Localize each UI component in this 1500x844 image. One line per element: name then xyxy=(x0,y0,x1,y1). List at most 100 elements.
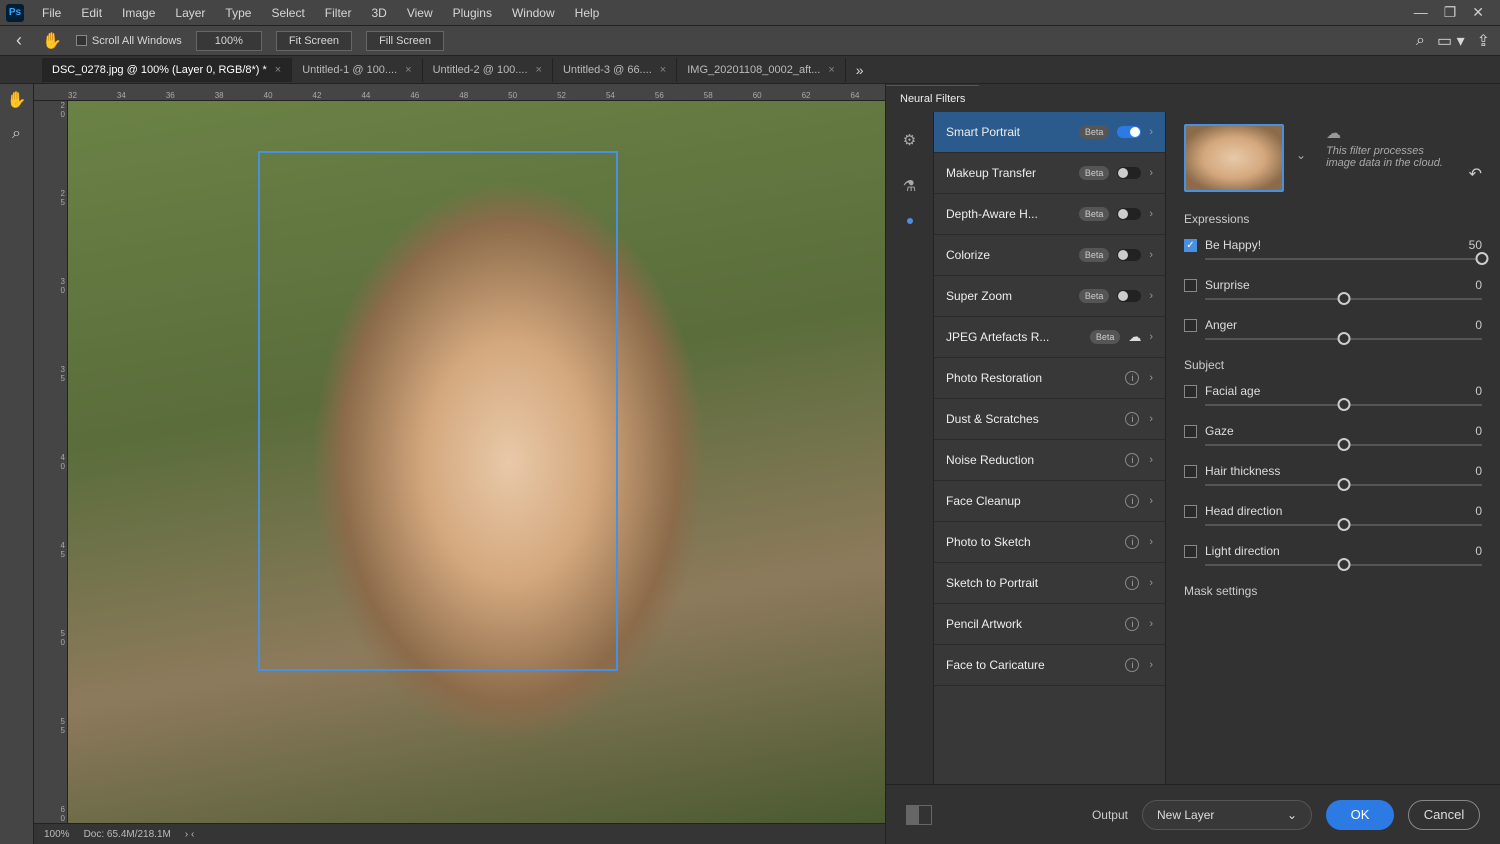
nf-filter-colorize[interactable]: ColorizeBeta› xyxy=(934,235,1165,276)
info-icon[interactable]: i xyxy=(1125,371,1139,385)
slider-track[interactable] xyxy=(1205,338,1482,340)
slider-checkbox[interactable] xyxy=(1184,545,1197,558)
nf-filter-depth-aware-h-[interactable]: Depth-Aware H...Beta› xyxy=(934,194,1165,235)
info-icon[interactable]: i xyxy=(1125,535,1139,549)
slider-thumb[interactable] xyxy=(1337,478,1350,491)
info-icon[interactable]: i xyxy=(1125,412,1139,426)
slider-thumb[interactable] xyxy=(1337,438,1350,451)
nf-filter-photo-to-sketch[interactable]: Photo to Sketchi› xyxy=(934,522,1165,563)
nf-filter-photo-restoration[interactable]: Photo Restorationi› xyxy=(934,358,1165,399)
doc-tab-2[interactable]: Untitled-2 @ 100....× xyxy=(423,58,553,82)
hand-tool-icon[interactable]: ✋ xyxy=(5,88,29,112)
menu-image[interactable]: Image xyxy=(112,2,165,24)
menu-type[interactable]: Type xyxy=(215,2,261,24)
scroll-all-checkbox[interactable]: Scroll All Windows xyxy=(76,35,182,47)
flask-icon[interactable]: ⚗ xyxy=(896,172,924,200)
cloud-download-icon[interactable]: ☁ xyxy=(1128,329,1141,345)
slider-thumb[interactable] xyxy=(1337,558,1350,571)
nf-filter-jpeg-artefacts-r-[interactable]: JPEG Artefacts R...Beta☁› xyxy=(934,317,1165,358)
doc-tab-3[interactable]: Untitled-3 @ 66....× xyxy=(553,58,677,82)
tabs-overflow-icon[interactable]: » xyxy=(846,62,874,78)
canvas-image[interactable] xyxy=(68,101,885,823)
ok-button[interactable]: OK xyxy=(1326,800,1394,830)
sliders-icon[interactable]: ⚙ xyxy=(896,126,924,154)
menu-select[interactable]: Select xyxy=(261,2,314,24)
share-icon[interactable]: ⇪ xyxy=(1477,31,1490,51)
menu-filter[interactable]: Filter xyxy=(315,2,362,24)
info-icon[interactable]: i xyxy=(1125,658,1139,672)
filter-toggle[interactable] xyxy=(1117,290,1141,302)
workspace-icon[interactable]: ▭ ▾ xyxy=(1437,31,1465,51)
menu-file[interactable]: File xyxy=(32,2,71,24)
filter-toggle[interactable] xyxy=(1117,249,1141,261)
nf-filter-smart-portrait[interactable]: Smart PortraitBeta› xyxy=(934,112,1165,153)
fit-screen-button[interactable]: Fit Screen xyxy=(276,31,352,51)
nf-filter-makeup-transfer[interactable]: Makeup TransferBeta› xyxy=(934,153,1165,194)
info-icon[interactable]: i xyxy=(1125,453,1139,467)
output-select[interactable]: New Layer⌄ xyxy=(1142,800,1312,830)
filter-toggle[interactable] xyxy=(1117,126,1141,138)
nf-filter-pencil-artwork[interactable]: Pencil Artworki› xyxy=(934,604,1165,645)
slider-thumb[interactable] xyxy=(1337,292,1350,305)
nf-filter-face-to-caricature[interactable]: Face to Caricaturei› xyxy=(934,645,1165,686)
minimize-icon[interactable]: — xyxy=(1414,4,1428,21)
menu-edit[interactable]: Edit xyxy=(71,2,112,24)
cancel-button[interactable]: Cancel xyxy=(1408,800,1480,830)
tab-close-icon[interactable]: × xyxy=(536,64,542,76)
hand-icon[interactable]: ✋ xyxy=(42,31,62,51)
menu-3d[interactable]: 3D xyxy=(361,2,396,24)
tab-close-icon[interactable]: × xyxy=(405,64,411,76)
menu-view[interactable]: View xyxy=(397,2,443,24)
nf-filter-dust-scratches[interactable]: Dust & Scratchesi› xyxy=(934,399,1165,440)
status-zoom[interactable]: 100% xyxy=(44,829,70,840)
menu-window[interactable]: Window xyxy=(502,2,565,24)
menu-help[interactable]: Help xyxy=(565,2,610,24)
menu-layer[interactable]: Layer xyxy=(165,2,215,24)
slider-track[interactable] xyxy=(1205,404,1482,406)
doc-tab-1[interactable]: Untitled-1 @ 100....× xyxy=(292,58,422,82)
doc-tab-0[interactable]: DSC_0278.jpg @ 100% (Layer 0, RGB/8*) *× xyxy=(42,58,292,82)
tab-close-icon[interactable]: × xyxy=(828,64,834,76)
slider-checkbox[interactable] xyxy=(1184,319,1197,332)
nf-filter-face-cleanup[interactable]: Face Cleanupi› xyxy=(934,481,1165,522)
before-after-toggle[interactable] xyxy=(906,805,932,825)
slider-checkbox[interactable] xyxy=(1184,425,1197,438)
face-thumbnail[interactable] xyxy=(1184,124,1284,192)
tab-close-icon[interactable]: × xyxy=(660,64,666,76)
slider-track[interactable] xyxy=(1205,444,1482,446)
slider-checkbox[interactable] xyxy=(1184,385,1197,398)
slider-checkbox[interactable] xyxy=(1184,465,1197,478)
status-caret-icon[interactable]: › ‹ xyxy=(185,829,194,840)
slider-checkbox[interactable] xyxy=(1184,279,1197,292)
slider-checkbox[interactable] xyxy=(1184,505,1197,518)
slider-track[interactable] xyxy=(1205,258,1482,260)
nf-filter-noise-reduction[interactable]: Noise Reductioni› xyxy=(934,440,1165,481)
search-icon[interactable]: ⌕ xyxy=(1416,32,1425,50)
close-icon[interactable]: ✕ xyxy=(1472,4,1484,21)
info-icon[interactable]: i xyxy=(1125,617,1139,631)
doc-tab-4[interactable]: IMG_20201108_0002_aft...× xyxy=(677,58,846,82)
zoom-tool-icon[interactable]: ⌕ xyxy=(5,122,29,146)
slider-thumb[interactable] xyxy=(1337,398,1350,411)
face-dropdown-icon[interactable]: ⌄ xyxy=(1296,124,1306,162)
back-button[interactable]: ‹ xyxy=(10,30,28,51)
slider-track[interactable] xyxy=(1205,524,1482,526)
slider-track[interactable] xyxy=(1205,298,1482,300)
fill-screen-button[interactable]: Fill Screen xyxy=(366,31,444,51)
info-icon[interactable]: i xyxy=(1125,576,1139,590)
zoom-input[interactable]: 100% xyxy=(196,31,262,51)
slider-thumb[interactable] xyxy=(1476,252,1489,265)
menu-plugins[interactable]: Plugins xyxy=(443,2,502,24)
slider-thumb[interactable] xyxy=(1337,332,1350,345)
filter-toggle[interactable] xyxy=(1117,167,1141,179)
slider-thumb[interactable] xyxy=(1337,518,1350,531)
neural-filters-tab[interactable]: Neural Filters xyxy=(886,85,979,112)
slider-track[interactable] xyxy=(1205,564,1482,566)
filter-toggle[interactable] xyxy=(1117,208,1141,220)
reset-icon[interactable]: ↶ xyxy=(1469,124,1482,184)
slider-checkbox[interactable] xyxy=(1184,239,1197,252)
info-icon[interactable]: i xyxy=(1125,494,1139,508)
nf-filter-sketch-to-portrait[interactable]: Sketch to Portraiti› xyxy=(934,563,1165,604)
nf-filter-super-zoom[interactable]: Super ZoomBeta› xyxy=(934,276,1165,317)
tab-close-icon[interactable]: × xyxy=(275,64,281,76)
